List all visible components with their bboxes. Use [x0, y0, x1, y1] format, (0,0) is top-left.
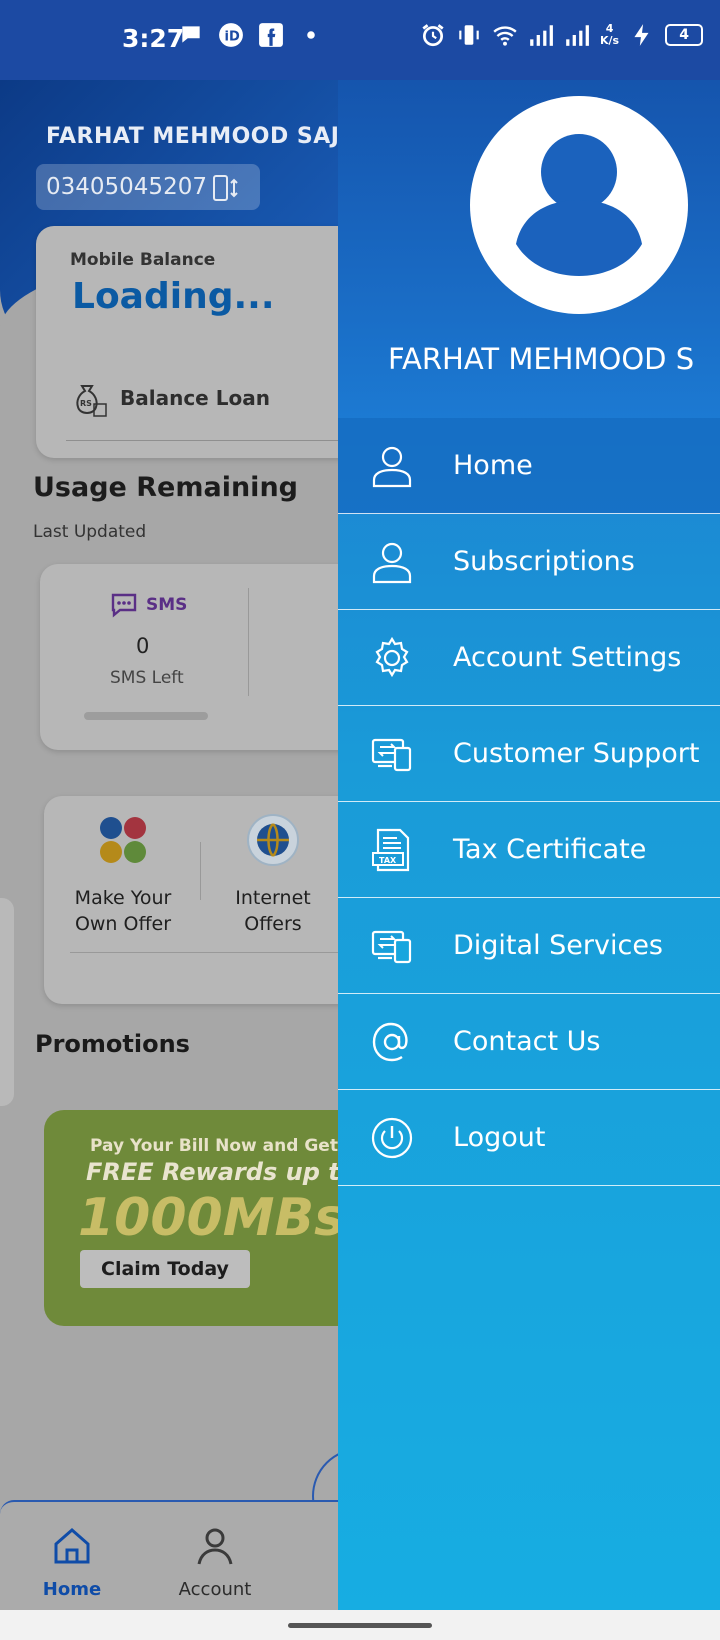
home-icon: [54, 1528, 90, 1564]
menu-item-subscriptions[interactable]: Subscriptions: [338, 514, 720, 610]
promo-line-3: 1000MBs: [78, 1188, 346, 1248]
tax-document-icon: TAX: [372, 828, 410, 872]
net-speed-unit: K/s: [600, 34, 620, 47]
menu-item-digital-services[interactable]: Digital Services: [338, 898, 720, 994]
balance-loan-button[interactable]: RS Balance Loan: [68, 378, 270, 418]
money-bag-icon: RS: [76, 385, 107, 417]
vibrate-icon: [459, 25, 479, 45]
alarm-icon: [422, 24, 444, 47]
balance-label: Mobile Balance: [70, 250, 216, 270]
signal-2-icon: [566, 25, 589, 46]
internet-offers-tile[interactable]: Internet Offers: [198, 812, 348, 937]
usage-title: Usage Remaining: [33, 472, 298, 503]
menu-item-home[interactable]: Home: [338, 418, 720, 514]
menu-item-label: Subscriptions: [453, 546, 635, 577]
support-devices-icon: [371, 738, 412, 772]
divider: [248, 588, 249, 696]
signal-1-icon: [530, 25, 553, 46]
charging-bolt-icon: [634, 24, 649, 46]
balance-loan-label: Balance Loan: [120, 386, 270, 410]
nav-account[interactable]: Account: [155, 1524, 275, 1600]
power-icon: [371, 1117, 413, 1159]
offer-label-2: Offers: [244, 913, 302, 935]
sms-usage-header: SMS: [110, 592, 187, 618]
navigation-drawer: FARHAT MEHMOOD S Home Subscriptions Acco…: [338, 80, 720, 1610]
menu-item-label: Customer Support: [453, 738, 700, 769]
svg-text:iD: iD: [225, 29, 240, 44]
sms-label: SMS: [146, 595, 188, 615]
menu-item-customer-support[interactable]: Customer Support: [338, 706, 720, 802]
gesture-bar: [0, 1610, 720, 1640]
sms-icon: [111, 593, 137, 618]
sms-usage-bar: [84, 712, 208, 720]
chat-bubble-icon: [182, 26, 200, 43]
switch-number-icon: [213, 175, 238, 201]
drawer-header: FARHAT MEHMOOD S: [338, 80, 720, 418]
svg-text:TAX: TAX: [379, 856, 397, 865]
four-dots-icon: [100, 817, 146, 863]
network-speed: 4 K/s: [600, 23, 619, 47]
usage-last-updated: Last Updated: [33, 522, 147, 542]
menu-item-label: Contact Us: [453, 1026, 601, 1057]
drawer-menu: Home Subscriptions Account Settings Cust…: [338, 418, 720, 1186]
menu-item-label: Digital Services: [453, 930, 664, 961]
phone-number: 03405045207: [46, 174, 207, 200]
make-your-own-offer-tile[interactable]: Make Your Own Offer: [48, 812, 198, 937]
profile-avatar[interactable]: [470, 96, 688, 314]
offer-label-1: Internet: [235, 887, 311, 909]
user-avatar-icon: [516, 134, 642, 276]
side-drawer-handle[interactable]: [0, 898, 14, 1106]
menu-item-tax-certificate[interactable]: TAX Tax Certificate: [338, 802, 720, 898]
menu-item-label: Tax Certificate: [453, 834, 647, 865]
person-outline-icon: [372, 542, 412, 584]
status-bar: 3:27 iD 4 K/s 4: [0, 0, 720, 80]
globe-icon: [247, 814, 299, 866]
menu-item-label: Account Settings: [453, 642, 682, 673]
subscriber-name: FARHAT MEHMOOD SAJID: [46, 124, 367, 149]
nav-home[interactable]: Home: [12, 1524, 132, 1600]
menu-item-label: Home: [453, 450, 533, 481]
support-devices-icon: [371, 930, 412, 964]
person-outline-icon: [372, 446, 412, 488]
home-gesture-handle[interactable]: [288, 1623, 432, 1628]
notification-icons: iD: [178, 22, 324, 48]
drawer-user-name: FARHAT MEHMOOD S: [388, 342, 695, 376]
sms-count: 0: [136, 634, 150, 658]
promo-line-2: FREE Rewards up to: [86, 1158, 357, 1186]
battery-level: 4: [665, 24, 704, 46]
phone-number-switcher[interactable]: 03405045207: [36, 164, 260, 210]
menu-item-account-settings[interactable]: Account Settings: [338, 610, 720, 706]
offer-label-1: Make Your: [74, 887, 172, 909]
wifi-icon: [493, 26, 517, 46]
svg-text:RS: RS: [80, 399, 92, 408]
menu-item-contact-us[interactable]: Contact Us: [338, 994, 720, 1090]
claim-today-button[interactable]: Claim Today: [80, 1250, 250, 1288]
nav-home-label: Home: [42, 1579, 102, 1600]
promo-line-1: Pay Your Bill Now and Get: [90, 1136, 338, 1156]
balance-value: Loading...: [72, 276, 275, 317]
offer-label-2: Own Offer: [74, 913, 172, 935]
dot-icon: [307, 31, 315, 39]
nav-account-label: Account: [178, 1579, 252, 1600]
facebook-icon: [259, 23, 283, 47]
system-icons: 4 K/s 4: [420, 22, 704, 48]
promotions-title: Promotions: [35, 1030, 190, 1058]
person-icon: [197, 1528, 233, 1565]
at-sign-icon: [372, 1022, 408, 1062]
gear-icon: [375, 636, 409, 678]
id-app-icon: iD: [219, 23, 243, 47]
status-time: 3:27: [122, 24, 185, 53]
menu-item-label: Logout: [453, 1122, 546, 1153]
menu-item-logout[interactable]: Logout: [338, 1090, 720, 1186]
sms-left-label: SMS Left: [110, 668, 184, 688]
